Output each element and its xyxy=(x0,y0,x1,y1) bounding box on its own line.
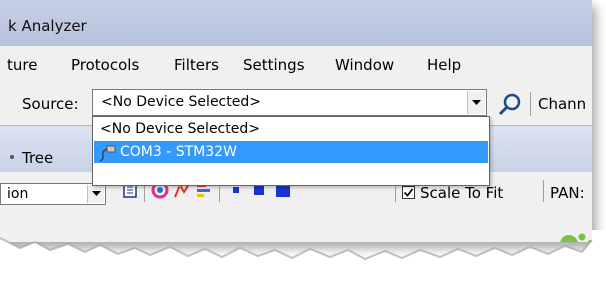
menu-capture[interactable]: ture xyxy=(7,56,37,74)
chevron-down-icon[interactable] xyxy=(467,91,485,114)
toolbar-separator xyxy=(543,180,544,202)
source-select[interactable]: <No Device Selected> xyxy=(92,89,487,116)
search-icon[interactable] xyxy=(497,92,523,118)
menu-filters[interactable]: Filters xyxy=(174,56,219,74)
panel-title: Tree xyxy=(22,149,54,167)
scale-to-fit-label[interactable]: Scale To Fit xyxy=(420,184,503,202)
menu-help[interactable]: Help xyxy=(427,56,461,74)
source-dropdown-list: <No Device Selected> COM3 - STM32W xyxy=(92,116,490,186)
usb-plug-icon xyxy=(99,145,116,162)
menu-protocols[interactable]: Protocols xyxy=(71,56,139,74)
view-select-value: ion xyxy=(7,186,29,202)
scale-to-fit-checkbox[interactable] xyxy=(402,186,415,199)
window-title: k Analyzer xyxy=(8,17,87,35)
chevron-down-icon[interactable] xyxy=(87,185,104,203)
menu-bar: ture Protocols Filters Settings Window H… xyxy=(0,46,592,84)
title-bar: k Analyzer xyxy=(0,0,592,46)
pan-label: PAN: xyxy=(550,184,585,202)
menu-settings[interactable]: Settings xyxy=(243,56,305,74)
dropdown-option-com3[interactable]: COM3 - STM32W xyxy=(94,141,488,163)
application-window: k Analyzer ture Protocols Filters Settin… xyxy=(0,0,592,242)
source-label: Source: xyxy=(22,95,79,113)
source-select-value: <No Device Selected> xyxy=(101,94,261,110)
expand-icon[interactable] xyxy=(6,151,18,163)
dropdown-option-no-device[interactable]: <No Device Selected> xyxy=(94,118,488,140)
checkmark-icon xyxy=(403,188,414,197)
channel-label: Chann xyxy=(538,95,587,113)
torn-edge-decoration xyxy=(0,230,606,284)
menu-window[interactable]: Window xyxy=(335,56,394,74)
toolbar-separator xyxy=(530,92,531,116)
view-select[interactable]: ion xyxy=(0,183,106,205)
